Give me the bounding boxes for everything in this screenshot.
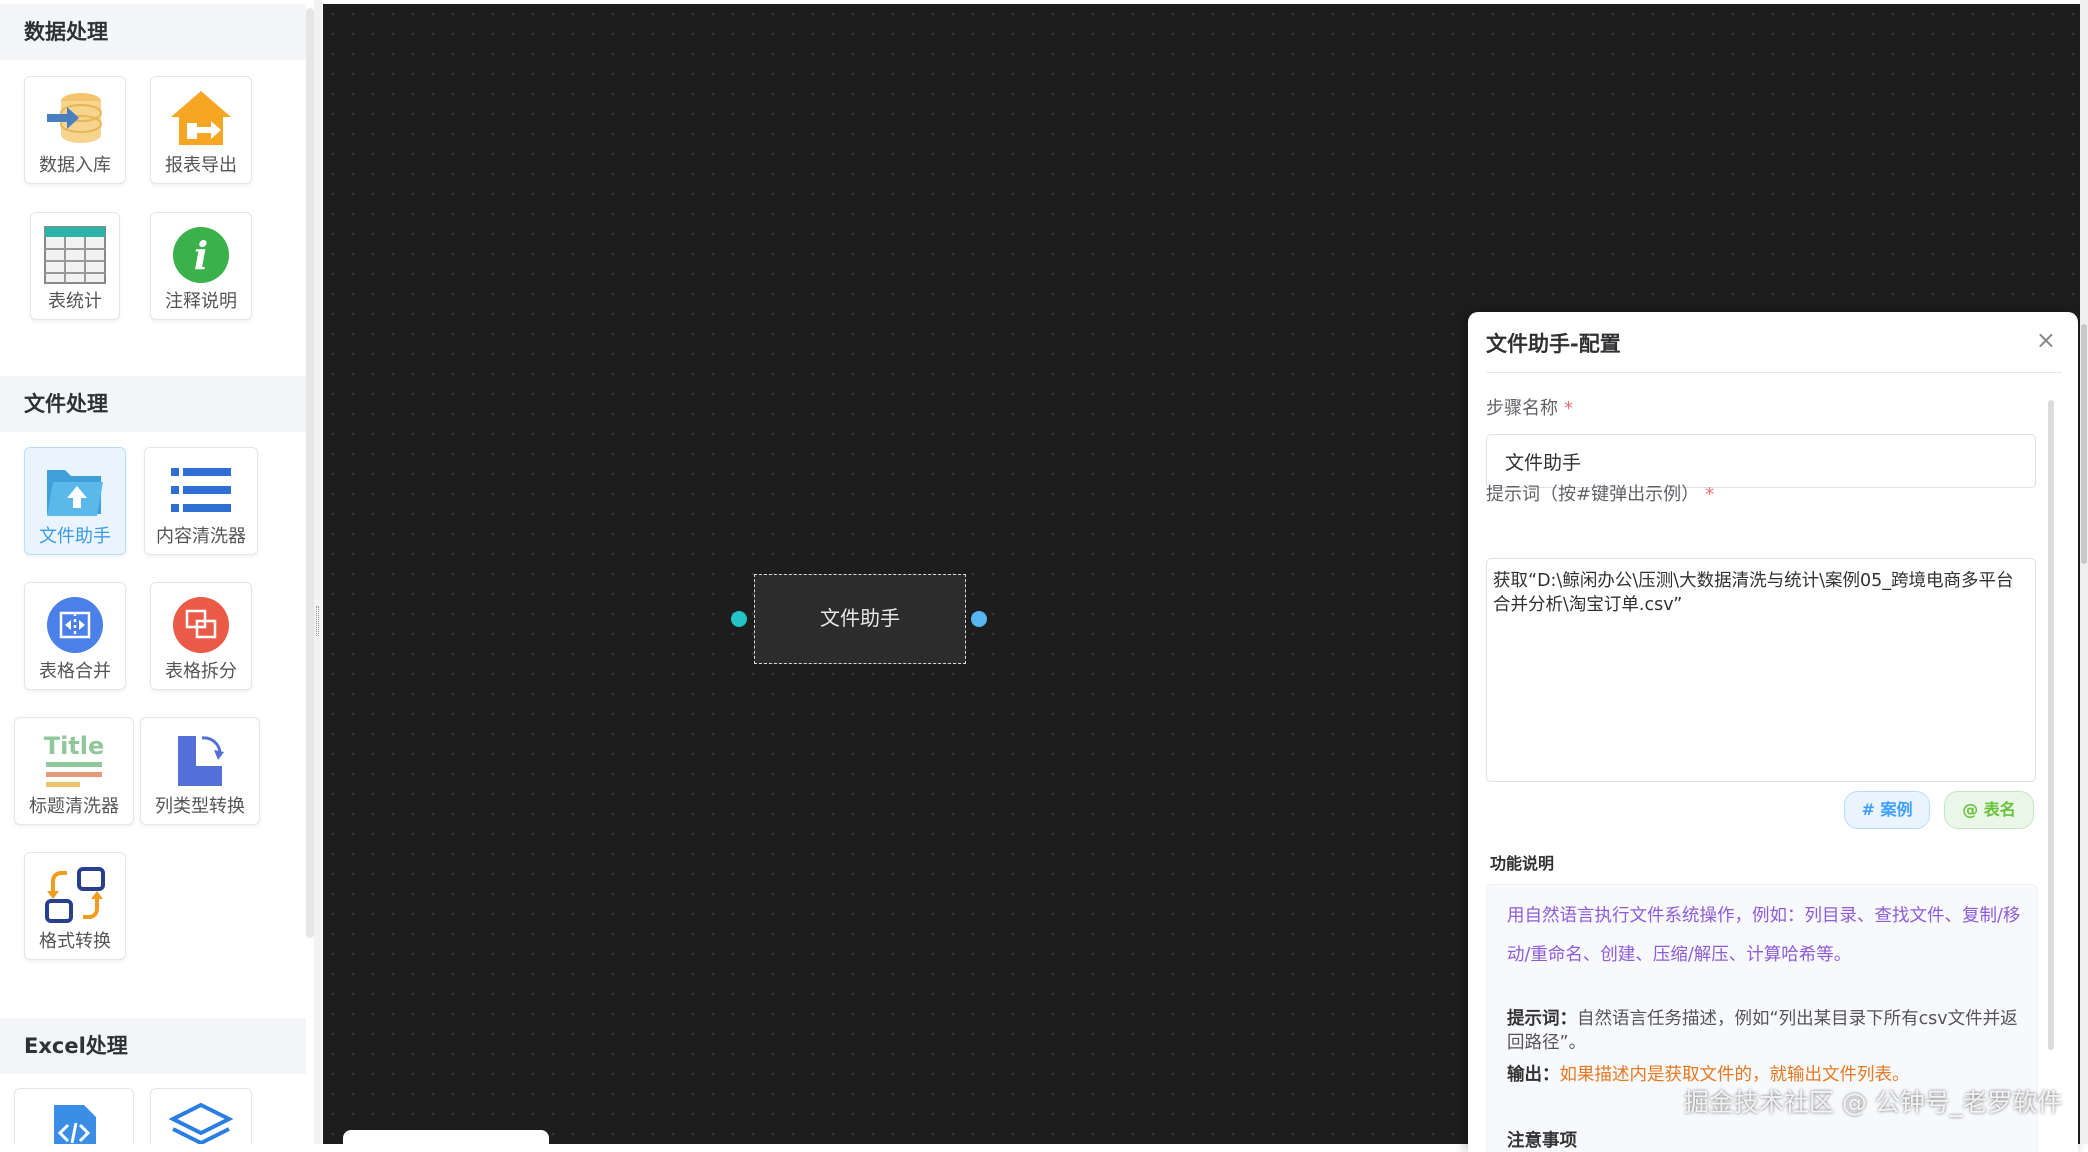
section-header-excel-processing[interactable]: Excel处理 [0,1018,306,1074]
description-prompt-row: 提示词：自然语言任务描述，例如“列出某目录下所有csv文件并返回路径”。 [1507,1007,2027,1055]
tool-label: 内容清洗器 [156,526,246,547]
merge-icon [47,597,103,653]
tool-label: 数据入库 [39,155,111,176]
description-prompt-key: 提示词： [1507,1009,1577,1029]
title-text-icon: Title [44,732,105,787]
tool-table-split[interactable]: 表格拆分 [150,582,252,690]
config-panel: 文件助手-配置 × 步骤名称* 提示词（按#键弹出示例）* 获取“D:\鲸闲办公… [1468,312,2078,1152]
prompt-textarea[interactable]: 获取“D:\鲸闲办公\压测\大数据清洗与统计\案例05_跨境电商多平台合并分析\… [1486,558,2036,782]
page-scrollbar[interactable] [2080,0,2088,1144]
section-header-file-processing[interactable]: 文件处理 [0,376,306,432]
tool-excel-layers[interactable] [150,1088,252,1144]
watermark: 掘金技术社区 @ 公钟号_老罗软件 [1684,1088,2063,1117]
column-convert-icon [178,736,224,786]
description-notes-text: 注意事项 [1507,1131,1577,1151]
page-scrollbar-thumb[interactable] [2081,324,2087,564]
tool-file-assistant[interactable]: 文件助手 [24,447,126,555]
tool-column-type-convert[interactable]: 列类型转换 [140,717,260,825]
tool-table-merge[interactable]: 表格合并 [24,582,126,690]
node-input-port[interactable] [731,611,747,627]
node-palette-sidebar: 数据处理 数据入库 报表导出 表统计 i 注释说明 文件处理 文件助手 内容清洗… [0,0,320,1144]
panel-splitter[interactable] [314,0,322,1144]
tool-label: 格式转换 [39,931,111,952]
tool-report-export[interactable]: 报表导出 [150,76,252,184]
info-icon: i [173,227,229,283]
case-example-button[interactable]: # 案例 [1844,791,1930,829]
splitter-grip-icon[interactable] [316,606,319,636]
tool-label: 表格合并 [39,661,111,682]
svg-text:Title: Title [44,732,105,760]
table-name-button[interactable]: @ 表名 [1944,791,2034,829]
node-output-port[interactable] [971,611,987,627]
tool-content-cleaner[interactable]: 内容清洗器 [144,447,258,555]
divider [1486,372,2062,373]
step-name-label: 步骤名称 * [1486,394,1573,420]
tool-annotation[interactable]: i 注释说明 [150,212,252,320]
close-icon[interactable]: × [2036,326,2056,354]
tool-label: 列类型转换 [155,796,245,817]
tool-table-stats[interactable]: 表统计 [30,212,120,320]
tool-label: 表格拆分 [165,661,237,682]
prompt-label-text: 提示词（按#键弹出示例） [1486,484,1700,505]
required-mark: * [1705,484,1715,505]
tool-excel-code[interactable] [14,1088,134,1144]
split-icon [173,597,229,653]
format-convert-icon [45,867,105,923]
tool-title-cleaner[interactable]: Title 标题清洗器 [14,717,134,825]
description-output-key: 输出： [1507,1065,1560,1085]
tool-label: 报表导出 [165,155,237,176]
svg-text:i: i [194,233,208,278]
description-prompt-text: 自然语言任务描述，例如“列出某目录下所有csv文件并返回路径”。 [1507,1009,2018,1053]
table-grid-icon [44,226,106,284]
description-intro: 用自然语言执行文件系统操作，例如：列目录、查找文件、复制/移动/重命名、创建、压… [1507,906,2021,965]
layers-icon [169,1102,233,1144]
code-file-icon [54,1105,96,1144]
list-icon [171,468,231,512]
required-mark: * [1564,398,1573,419]
canvas-bottom-toolbar[interactable] [343,1130,549,1144]
tool-label: 注释说明 [165,291,237,312]
tool-label: 表统计 [48,291,102,312]
tool-format-convert[interactable]: 格式转换 [24,852,126,960]
sidebar-scrollbar[interactable] [306,8,314,938]
workflow-node-file-assistant[interactable]: 文件助手 [754,574,966,664]
step-name-label-text: 步骤名称 [1486,398,1558,419]
description-output-text: 如果描述内是获取文件的，就输出文件列表。 [1559,1065,1910,1085]
panel-scrollbar[interactable] [2048,400,2054,1050]
house-export-icon [171,91,231,145]
folder-upload-icon [47,470,103,516]
tool-label: 标题清洗器 [29,796,119,817]
tool-data-import[interactable]: 数据入库 [24,76,126,184]
prompt-label: 提示词（按#键弹出示例） * [1486,480,1714,506]
description-notes-heading: 注意事项 [1507,1129,2027,1152]
function-description-label: 功能说明 [1490,854,1555,873]
section-header-data-processing[interactable]: 数据处理 [0,4,306,60]
database-import-icon [47,93,102,143]
tool-label: 文件助手 [39,526,111,547]
panel-title: 文件助手-配置 [1486,332,1621,356]
